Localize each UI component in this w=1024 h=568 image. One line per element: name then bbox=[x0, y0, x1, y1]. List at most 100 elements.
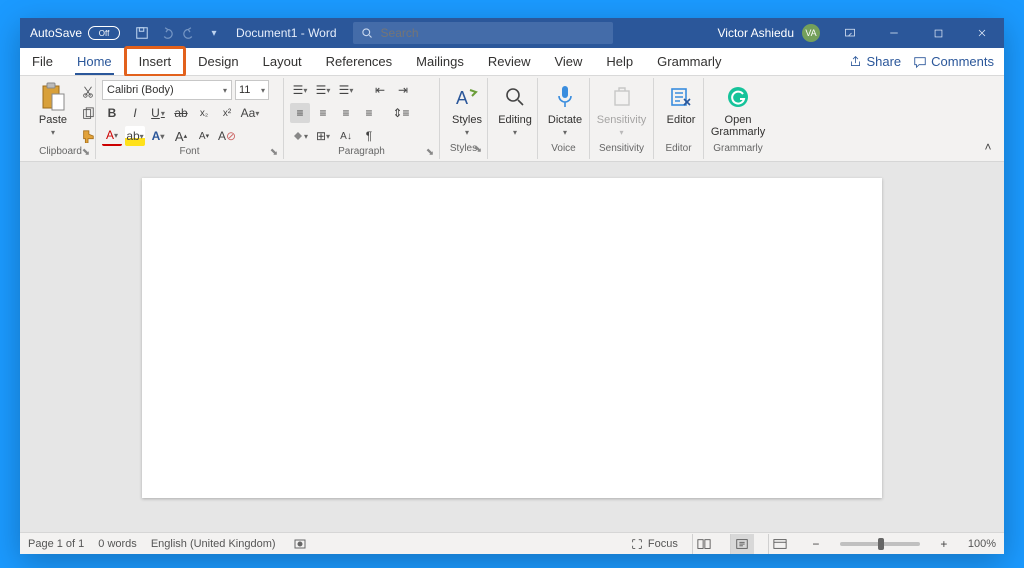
borders-button[interactable]: ⊞▾ bbox=[313, 126, 333, 146]
page-indicator[interactable]: Page 1 of 1 bbox=[28, 538, 84, 550]
editor-icon bbox=[669, 85, 693, 109]
align-left-button[interactable]: ≡ bbox=[290, 103, 310, 123]
underline-button[interactable]: U▾ bbox=[148, 103, 168, 123]
titlebar: AutoSave Off ▾ Document1 - Word Victor A… bbox=[20, 18, 1004, 48]
zoom-level[interactable]: 100% bbox=[968, 538, 996, 550]
paint-bucket-icon bbox=[292, 130, 304, 142]
highlight-button[interactable]: ab▾ bbox=[125, 126, 145, 146]
font-color-button[interactable]: A▾ bbox=[102, 126, 122, 146]
user-name: Victor Ashiedu bbox=[718, 26, 795, 40]
editing-button[interactable]: Editing▾ bbox=[494, 80, 536, 140]
undo-icon[interactable] bbox=[154, 21, 178, 45]
save-icon[interactable] bbox=[130, 21, 154, 45]
font-size-selector[interactable]: 11▾ bbox=[235, 80, 269, 100]
autosave-control[interactable]: AutoSave Off bbox=[20, 26, 130, 40]
focus-mode-button[interactable]: Focus bbox=[630, 537, 678, 551]
paragraph-launcher-icon[interactable]: ⬊ bbox=[425, 147, 435, 157]
tab-help[interactable]: Help bbox=[594, 48, 645, 75]
sensitivity-button[interactable]: Sensitivity▾ bbox=[596, 80, 647, 140]
dictate-button[interactable]: Dictate▾ bbox=[544, 80, 586, 140]
group-grammarly: Open Grammarly Grammarly bbox=[704, 78, 772, 159]
zoom-in-button[interactable]: + bbox=[934, 534, 954, 554]
group-clipboard: Paste▾ Clipboard⬊ bbox=[26, 78, 96, 159]
font-launcher-icon[interactable]: ⬊ bbox=[269, 147, 279, 157]
read-mode-icon[interactable] bbox=[692, 534, 716, 554]
close-icon[interactable] bbox=[960, 18, 1004, 48]
page[interactable] bbox=[142, 178, 882, 498]
redo-icon[interactable] bbox=[178, 21, 202, 45]
format-painter-icon[interactable] bbox=[78, 126, 98, 146]
tab-file[interactable]: File bbox=[20, 48, 65, 75]
account-button[interactable]: Victor Ashiedu VA bbox=[710, 24, 829, 42]
line-spacing-button[interactable]: ⇕≡ bbox=[391, 103, 411, 123]
tab-insert[interactable]: Insert bbox=[124, 46, 187, 77]
tab-view[interactable]: View bbox=[542, 48, 594, 75]
language-indicator[interactable]: English (United Kingdom) bbox=[151, 538, 276, 550]
bullets-button[interactable]: ☰▾ bbox=[290, 80, 310, 100]
font-name-selector[interactable]: Calibri (Body)▾ bbox=[102, 80, 232, 100]
styles-button[interactable]: A Styles▾ bbox=[446, 80, 488, 140]
maximize-icon[interactable] bbox=[916, 18, 960, 48]
tab-references[interactable]: References bbox=[314, 48, 404, 75]
microphone-icon bbox=[555, 84, 575, 110]
tab-grammarly[interactable]: Grammarly bbox=[645, 48, 733, 75]
subscript-button[interactable]: x₂ bbox=[194, 103, 214, 123]
zoom-out-button[interactable]: − bbox=[806, 534, 826, 554]
shrink-font-button[interactable]: A▾ bbox=[194, 126, 214, 146]
justify-button[interactable]: ≡ bbox=[359, 103, 379, 123]
paste-button[interactable]: Paste▾ bbox=[32, 80, 74, 140]
increase-indent-button[interactable]: ⇥ bbox=[393, 80, 413, 100]
search-input[interactable] bbox=[381, 26, 605, 40]
minimize-icon[interactable] bbox=[872, 18, 916, 48]
ribbon-display-icon[interactable] bbox=[828, 18, 872, 48]
avatar: VA bbox=[802, 24, 820, 42]
web-layout-icon[interactable] bbox=[768, 534, 792, 554]
autosave-toggle[interactable]: Off bbox=[88, 26, 120, 40]
strikethrough-button[interactable]: ab bbox=[171, 103, 191, 123]
styles-launcher-icon[interactable]: ⬊ bbox=[473, 144, 483, 154]
group-editing: Editing▾ bbox=[488, 78, 538, 159]
sort-button[interactable]: A↓ bbox=[336, 126, 356, 146]
collapse-ribbon-icon[interactable]: ˄ bbox=[978, 137, 998, 157]
qat-customize-icon[interactable]: ▾ bbox=[202, 21, 226, 45]
align-center-button[interactable]: ≡ bbox=[313, 103, 333, 123]
share-button[interactable]: Share bbox=[849, 54, 901, 69]
copy-icon[interactable] bbox=[78, 104, 98, 124]
search-icon bbox=[361, 27, 373, 39]
tab-layout[interactable]: Layout bbox=[251, 48, 314, 75]
tab-design[interactable]: Design bbox=[186, 48, 250, 75]
tab-review[interactable]: Review bbox=[476, 48, 543, 75]
editor-button[interactable]: Editor bbox=[660, 80, 702, 128]
print-layout-icon[interactable] bbox=[730, 534, 754, 554]
text-effects-button[interactable]: A▾ bbox=[148, 126, 168, 146]
align-right-button[interactable]: ≡ bbox=[336, 103, 356, 123]
group-editor: Editor Editor bbox=[654, 78, 704, 159]
group-sensitivity: Sensitivity▾ Sensitivity bbox=[590, 78, 654, 159]
change-case-button[interactable]: Aa▾ bbox=[240, 103, 260, 123]
svg-text:A: A bbox=[456, 88, 468, 108]
zoom-slider[interactable] bbox=[840, 542, 920, 546]
document-area[interactable] bbox=[20, 162, 1004, 532]
statusbar: Page 1 of 1 0 words English (United King… bbox=[20, 532, 1004, 554]
italic-button[interactable]: I bbox=[125, 103, 145, 123]
show-marks-button[interactable]: ¶ bbox=[359, 126, 379, 146]
open-grammarly-button[interactable]: Open Grammarly bbox=[710, 80, 766, 140]
macro-record-icon[interactable] bbox=[290, 534, 310, 554]
comments-button[interactable]: Comments bbox=[913, 54, 994, 69]
search-box[interactable] bbox=[353, 22, 613, 44]
numbering-button[interactable]: ☰▾ bbox=[313, 80, 333, 100]
cut-icon[interactable] bbox=[78, 82, 98, 102]
word-count[interactable]: 0 words bbox=[98, 538, 137, 550]
shading-button[interactable]: ▾ bbox=[290, 126, 310, 146]
share-icon bbox=[849, 55, 862, 68]
tab-mailings[interactable]: Mailings bbox=[404, 48, 476, 75]
tab-home[interactable]: Home bbox=[65, 48, 124, 75]
decrease-indent-button[interactable]: ⇤ bbox=[370, 80, 390, 100]
grow-font-button[interactable]: A▴ bbox=[171, 126, 191, 146]
clipboard-launcher-icon[interactable]: ⬊ bbox=[81, 147, 91, 157]
clear-formatting-button[interactable]: A⊘ bbox=[217, 126, 237, 146]
grammarly-icon bbox=[726, 85, 750, 109]
multilevel-list-button[interactable]: ☰▾ bbox=[336, 80, 356, 100]
bold-button[interactable]: B bbox=[102, 103, 122, 123]
superscript-button[interactable]: x² bbox=[217, 103, 237, 123]
